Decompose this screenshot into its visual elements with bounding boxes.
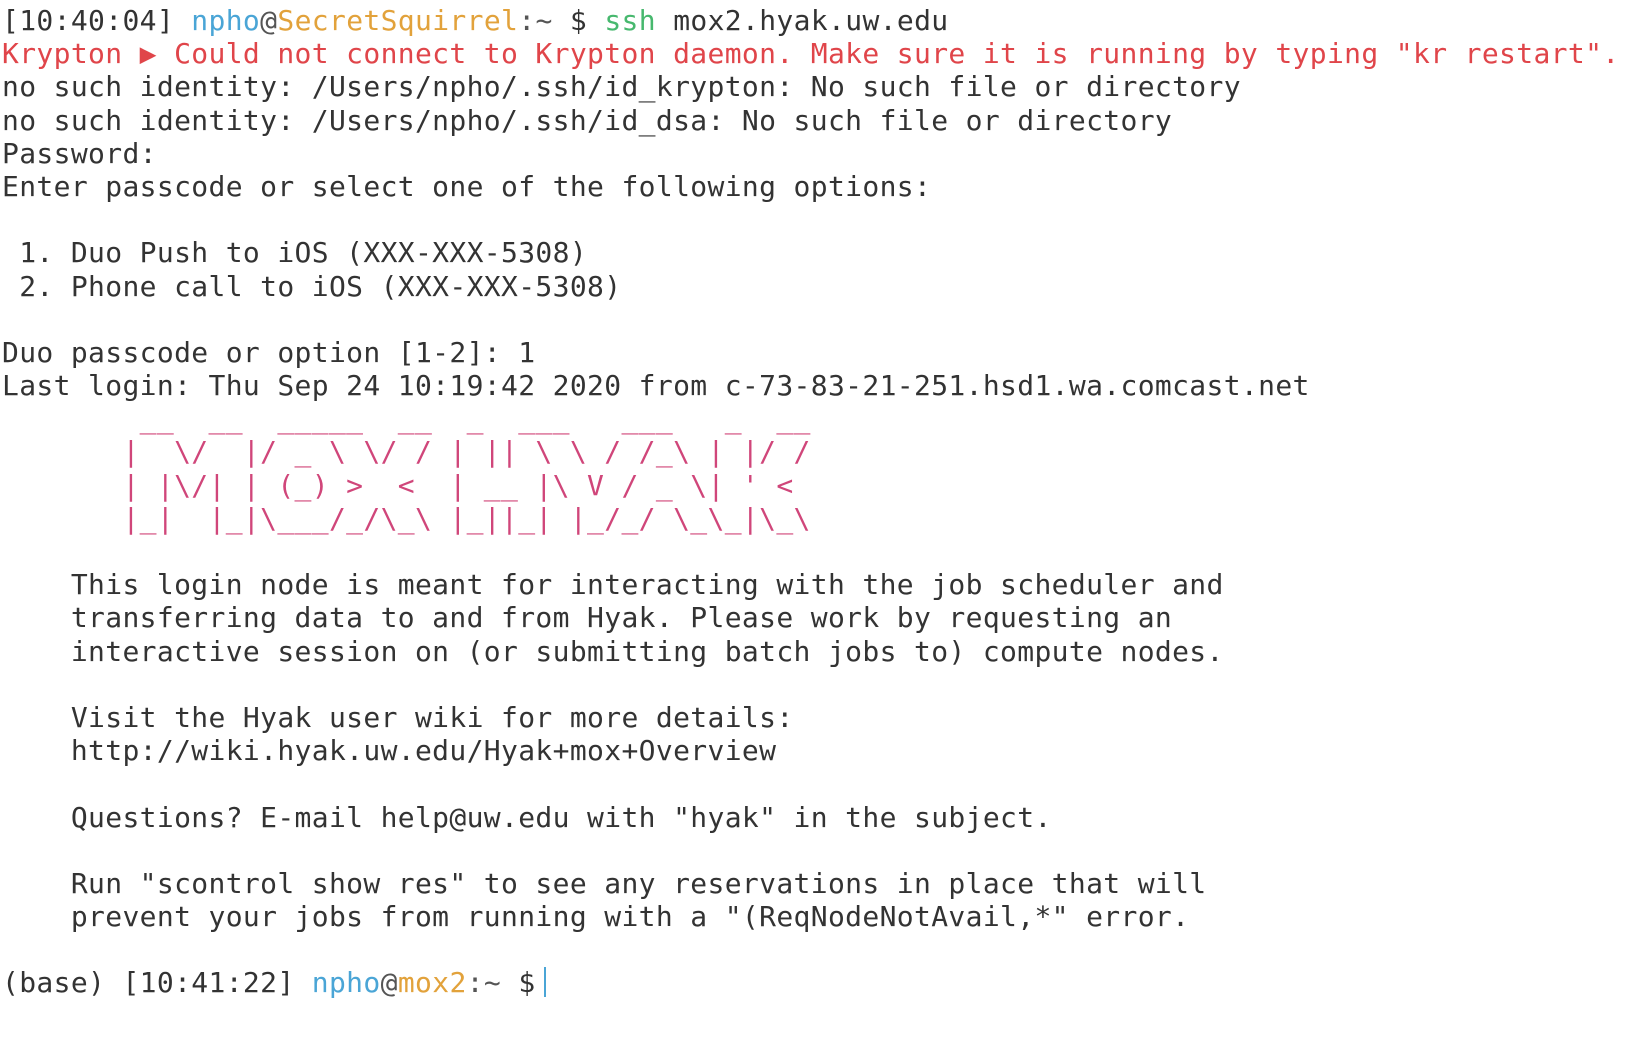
prompt-user: npho xyxy=(311,966,381,1000)
terminal-window[interactable]: [10:40:04] npho@SecretSquirrel:~ $ ssh m… xyxy=(0,0,1650,1064)
prompt-time: [10:41:22] xyxy=(122,966,295,1000)
motd-line-8: prevent your jobs from running with a "(… xyxy=(2,900,1190,934)
krypton-error: Krypton ▶ Could not connect to Krypton d… xyxy=(2,37,1620,71)
duo-option-2: 2. Phone call to iOS (XXX-XXX-5308) xyxy=(2,269,622,303)
prompt-host: SecretSquirrel xyxy=(277,4,519,37)
motd-line-2: transferring data to and from Hyak. Plea… xyxy=(2,601,1173,635)
duo-option-1: 1. Duo Push to iOS (XXX-XXX-5308) xyxy=(2,236,588,270)
prompt-path: :~ xyxy=(466,966,502,1000)
last-login: Last login: Thu Sep 24 10:19:42 2020 fro… xyxy=(2,369,1310,403)
prompt-at: @ xyxy=(380,966,398,1000)
motd-wiki-url: http://wiki.hyak.uw.edu/Hyak+mox+Overvie… xyxy=(2,734,777,768)
command-args: mox2.hyak.uw.edu xyxy=(673,4,949,37)
banner-ascii-line-4: |_| |_|\___/_/\_\ |_||_| |_/_/ \_\_|\_\ xyxy=(2,501,811,535)
prompt-at: @ xyxy=(260,4,278,37)
motd-line-3: interactive session on (or submitting ba… xyxy=(2,634,1224,668)
duo-choice: Duo passcode or option [1-2]: 1 xyxy=(2,335,536,369)
banner-ascii-line-2: | \/ |/ _ \ \/ / | || \ \ / /_\ | |/ / xyxy=(2,435,811,469)
prompt-time: [10:40:04] xyxy=(2,4,175,37)
prompt-dollar: $ xyxy=(569,4,588,37)
password-prompt: Password: xyxy=(2,136,157,170)
prompt-host: mox2 xyxy=(397,966,467,1000)
passcode-prompt: Enter passcode or select one of the foll… xyxy=(2,169,932,203)
motd-line-6: Questions? E-mail help@uw.edu with "hyak… xyxy=(2,800,1052,834)
motd-line-1: This login node is meant for interacting… xyxy=(2,568,1224,602)
banner-ascii-line-3: | |\/| | (_) > < | __ |\ V / _ \| ' < xyxy=(2,468,794,502)
current-prompt-line[interactable]: (base) [10:41:22] npho@mox2:~ $ xyxy=(2,966,1650,999)
command-name: ssh xyxy=(604,4,656,37)
no-identity-dsa: no such identity: /Users/npho/.ssh/id_ds… xyxy=(2,103,1173,137)
motd-line-7: Run "scontrol show res" to see any reser… xyxy=(2,866,1207,900)
prompt-dollar: $ xyxy=(518,966,536,1000)
motd-line-4: Visit the Hyak user wiki for more detail… xyxy=(2,700,794,734)
prompt-path: :~ xyxy=(518,4,553,37)
ssh-command-line: [10:40:04] npho@SecretSquirrel:~ $ ssh m… xyxy=(2,4,1650,37)
prompt-env: (base) xyxy=(2,966,106,1000)
banner-ascii-line-1: __ __ _____ __ _ ___ ___ _ __ xyxy=(2,402,811,436)
prompt-user: npho xyxy=(191,4,261,37)
no-identity-krypton: no such identity: /Users/npho/.ssh/id_kr… xyxy=(2,70,1241,104)
text-cursor[interactable] xyxy=(543,967,546,998)
